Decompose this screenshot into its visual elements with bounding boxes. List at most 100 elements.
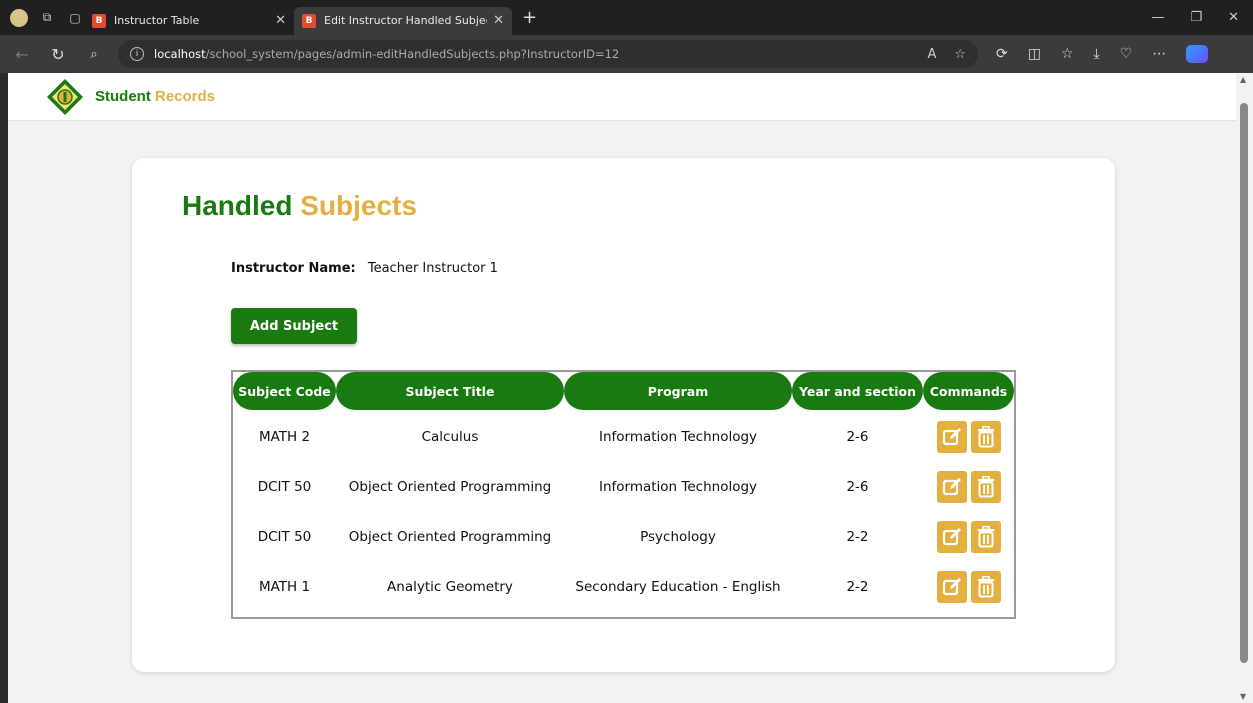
cell-year-section: 2-6: [846, 429, 869, 445]
trash-icon: [977, 576, 994, 598]
cell-subject-title: Analytic Geometry: [387, 579, 513, 595]
cell-program: Secondary Education - English: [575, 579, 781, 595]
tab-instructor-table[interactable]: B Instructor Table ✕: [84, 7, 294, 35]
edit-button[interactable]: [936, 521, 967, 553]
cell-program: Psychology: [640, 529, 716, 545]
cell-subject-code: DCIT 50: [257, 479, 312, 495]
cell-subject-title: Object Oriented Programming: [348, 479, 552, 495]
favorites-icon[interactable]: ☆: [1061, 46, 1074, 62]
cell-year-section: 2-2: [846, 529, 869, 545]
content-card: Handled Subjects Instructor Name: Teache…: [132, 158, 1115, 672]
favorite-star-icon[interactable]: ☆: [954, 47, 966, 62]
search-icon[interactable]: ⌕: [80, 47, 108, 62]
browser-tools: ⟳ ◫ ☆ ⤓ ♡ ⋯: [996, 45, 1209, 63]
delete-button[interactable]: [970, 571, 1001, 603]
edit-button[interactable]: [936, 471, 967, 503]
close-window-icon[interactable]: ✕: [1228, 10, 1239, 25]
school-logo-icon[interactable]: [45, 77, 85, 117]
window-controls: — ❐ ✕: [1151, 10, 1253, 25]
delete-button[interactable]: [970, 421, 1001, 453]
tab-actions-icon[interactable]: ▢: [66, 9, 84, 27]
edit-icon: [942, 528, 961, 546]
brand-part-1: Student: [95, 88, 151, 105]
cell-subject-code: MATH 2: [258, 429, 311, 445]
cell-subject-title: Object Oriented Programming: [348, 529, 552, 545]
tab-edit-handled-subjects[interactable]: B Edit Instructor Handled Subjects ✕: [294, 6, 512, 35]
info-icon[interactable]: i: [130, 47, 144, 61]
extensions-icon[interactable]: ⟳: [996, 46, 1008, 62]
table-row: DCIT 50 Object Oriented Programming Psyc…: [233, 516, 1014, 558]
add-subject-button[interactable]: Add Subject: [231, 308, 357, 344]
page-title: Handled Subjects: [182, 190, 417, 222]
more-icon[interactable]: ⋯: [1152, 46, 1166, 62]
read-aloud-icon[interactable]: A: [927, 47, 936, 62]
header-subject-code: Subject Code: [233, 372, 336, 410]
instructor-name: Teacher Instructor 1: [367, 261, 498, 276]
trash-icon: [977, 526, 994, 548]
cell-year-section: 2-6: [846, 479, 869, 495]
cell-year-section: 2-2: [846, 579, 869, 595]
tab-title: Instructor Table: [114, 14, 200, 27]
edit-icon: [942, 428, 961, 446]
cell-program: Information Technology: [598, 429, 758, 445]
delete-button[interactable]: [970, 471, 1001, 503]
tab-title: Edit Instructor Handled Subjects: [324, 14, 488, 27]
instructor-label: Instructor Name:: [231, 261, 356, 276]
refresh-icon[interactable]: ↻: [44, 45, 72, 64]
cell-subject-code: DCIT 50: [257, 529, 312, 545]
browser-tab-bar: ☺ ⧉ ▢ B Instructor Table ✕ B Edit Instru…: [0, 0, 1253, 35]
split-screen-icon[interactable]: ◫: [1028, 46, 1041, 62]
edit-icon: [942, 578, 961, 596]
site-header: Student Records: [8, 73, 1236, 121]
cell-commands: [923, 516, 1014, 558]
edit-icon: [942, 478, 961, 496]
cell-commands: [923, 466, 1014, 508]
scroll-down-icon[interactable]: ▼: [1240, 692, 1246, 701]
table-row: MATH 2 Calculus Information Technology 2…: [233, 416, 1014, 458]
header-commands: Commands: [923, 372, 1014, 410]
cell-commands: [923, 566, 1014, 608]
address-actions: A ☆: [927, 47, 966, 62]
table-header: Subject Code Subject Title Program Year …: [233, 372, 1014, 410]
xampp-favicon-icon: B: [92, 13, 106, 28]
scroll-up-icon[interactable]: ▲: [1240, 75, 1246, 84]
edit-button[interactable]: [936, 571, 967, 603]
cell-program: Information Technology: [598, 479, 758, 495]
workspaces-icon[interactable]: ⧉: [38, 9, 56, 27]
header-subject-title: Subject Title: [336, 372, 564, 410]
health-icon[interactable]: ♡: [1120, 46, 1133, 62]
back-icon[interactable]: ←: [8, 45, 36, 64]
edit-button[interactable]: [936, 421, 967, 453]
delete-button[interactable]: [970, 521, 1001, 553]
minimize-icon[interactable]: —: [1151, 10, 1164, 25]
scrollbar-thumb[interactable]: [1240, 103, 1248, 663]
header-year-section: Year and section: [792, 372, 923, 410]
browser-toolbar: ← ↻ ⌕ i localhost/school_system/pages/ad…: [0, 35, 1253, 73]
profile-avatar-icon[interactable]: ☺: [10, 8, 28, 27]
brand-part-2: Records: [155, 88, 216, 105]
title-part-1: Handled: [182, 190, 293, 221]
url-path: /school_system/pages/admin-editHandledSu…: [205, 47, 620, 61]
restore-icon[interactable]: ❐: [1190, 10, 1202, 25]
xampp-favicon-icon: B: [302, 13, 316, 28]
copilot-icon[interactable]: [1186, 45, 1209, 63]
page-scrollbar[interactable]: ▲ ▼: [1236, 73, 1253, 703]
instructor-info: Instructor Name: Teacher Instructor 1: [231, 261, 498, 276]
trash-icon: [977, 426, 994, 448]
table-row: DCIT 50 Object Oriented Programming Info…: [233, 466, 1014, 508]
table-row: MATH 1 Analytic Geometry Secondary Educa…: [233, 566, 1014, 608]
trash-icon: [977, 476, 994, 498]
header-program: Program: [564, 372, 792, 410]
downloads-icon[interactable]: ⤓: [1094, 46, 1100, 62]
new-tab-icon[interactable]: +: [522, 7, 537, 28]
close-tab-icon[interactable]: ✕: [493, 13, 504, 28]
brand-title[interactable]: Student Records: [95, 88, 215, 105]
title-part-2: Subjects: [300, 190, 417, 221]
cell-subject-code: MATH 1: [258, 579, 311, 595]
close-tab-icon[interactable]: ✕: [275, 13, 286, 28]
page-viewport: Student Records Handled Subjects Instruc…: [8, 73, 1236, 703]
url-host: localhost: [154, 47, 206, 61]
subjects-table: Subject Code Subject Title Program Year …: [231, 370, 1016, 619]
address-bar[interactable]: i localhost/school_system/pages/admin-ed…: [118, 40, 978, 68]
cell-subject-title: Calculus: [421, 429, 479, 445]
